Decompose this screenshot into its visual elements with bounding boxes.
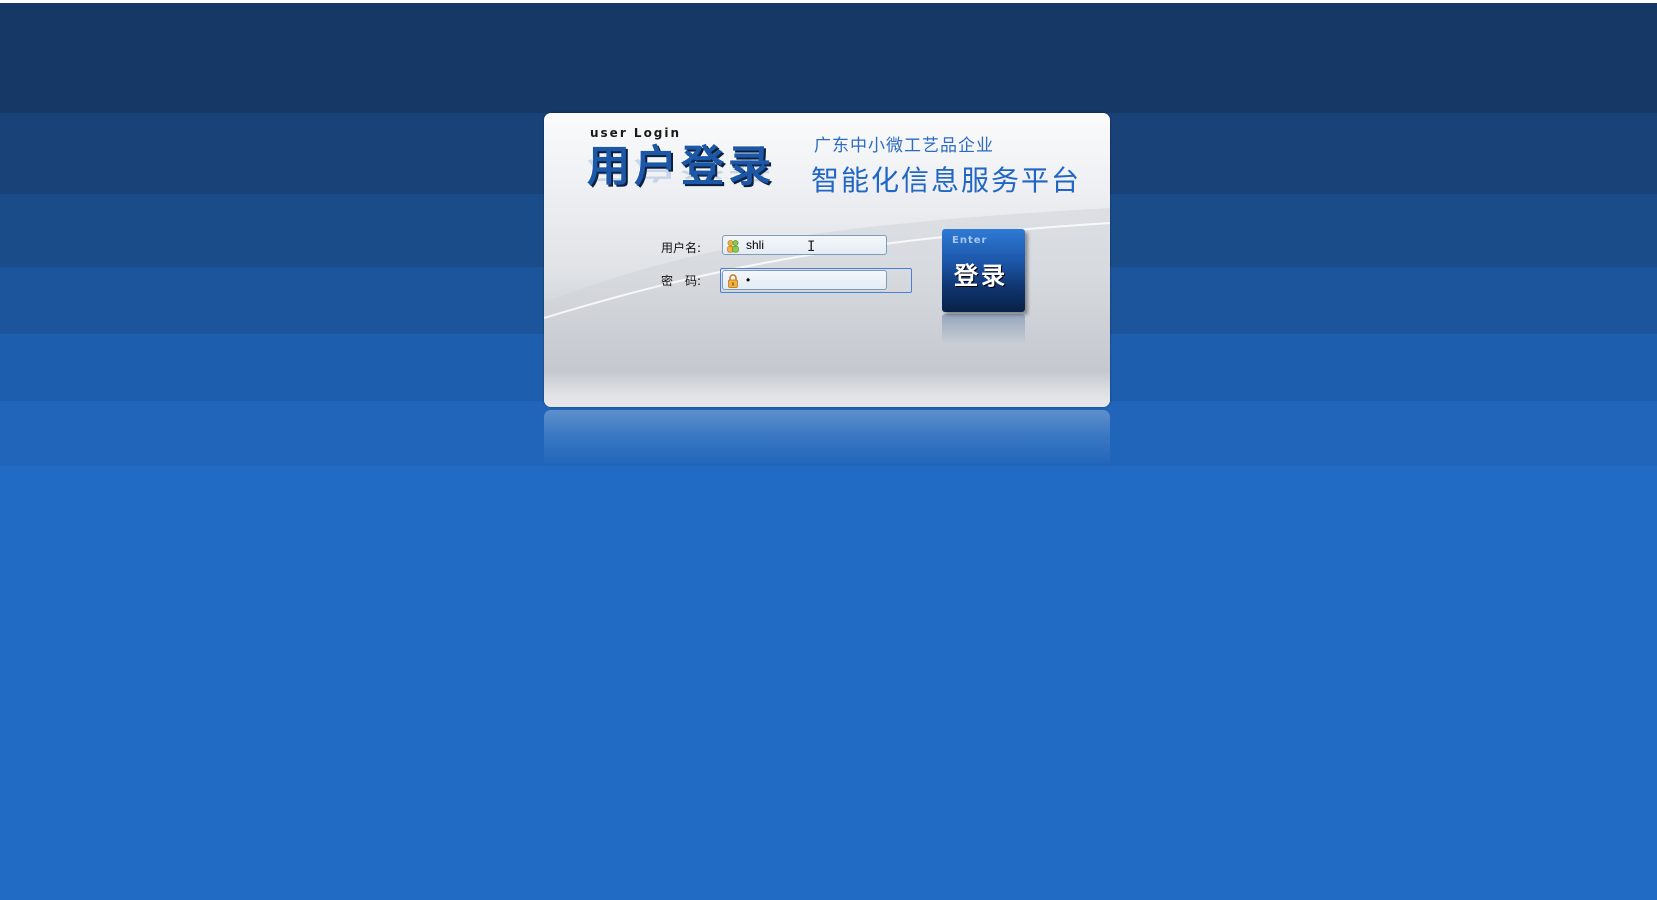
user-login-heading-reflection: 用户登录	[587, 156, 775, 184]
username-label: 用户名:	[661, 241, 702, 255]
platform-subtitle: 广东中小微工艺品企业	[814, 136, 994, 156]
login-button[interactable]: Enter 登录	[942, 229, 1025, 312]
platform-title: 智能化信息服务平台	[811, 164, 1082, 197]
users-icon	[726, 238, 740, 253]
panel-reflection	[544, 410, 1110, 466]
user-login-heading-en: user Login	[590, 126, 682, 140]
password-input[interactable]: •	[722, 270, 887, 290]
login-button-label: 登录	[954, 262, 1008, 290]
login-button-label-en: Enter	[952, 235, 988, 246]
password-value: •	[746, 273, 751, 287]
text-cursor-icon: I	[807, 239, 816, 255]
login-panel: user Login 用户登录 用户登录 广东中小微工艺品企业 智能化信息服务平…	[544, 113, 1110, 407]
username-value: shli	[746, 238, 765, 252]
lock-icon	[726, 273, 740, 288]
background-band	[0, 3, 1657, 113]
login-button-reflection	[942, 314, 1025, 344]
username-input[interactable]: shli	[722, 235, 887, 255]
password-label: 密 码:	[661, 274, 702, 288]
